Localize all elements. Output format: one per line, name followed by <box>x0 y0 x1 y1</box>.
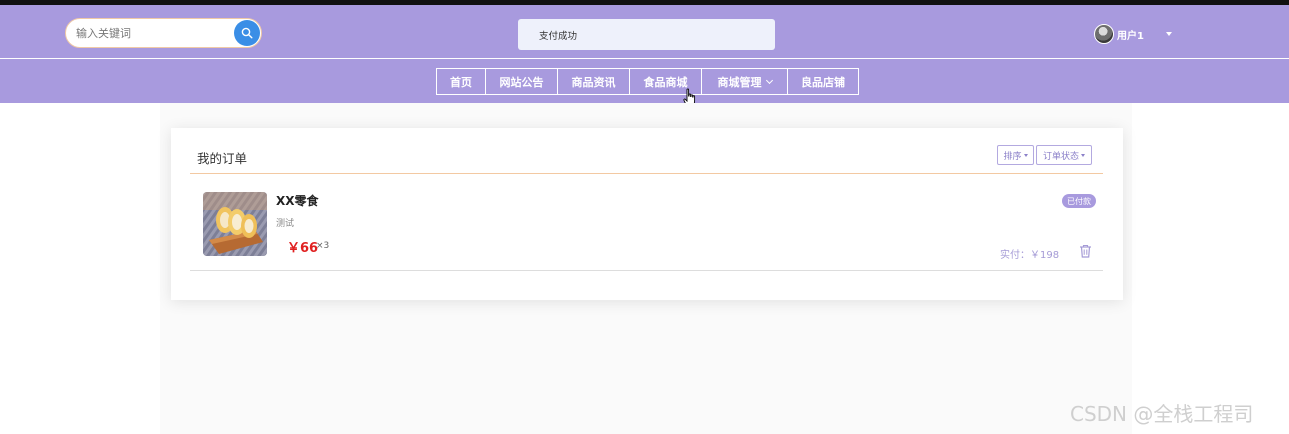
search-button[interactable] <box>234 20 260 46</box>
nav-label: 网站公告 <box>499 75 544 89</box>
nav-item-announcements[interactable]: 网站公告 <box>485 68 558 95</box>
product-price: ￥66 <box>287 241 319 256</box>
page-title: 我的订单 <box>197 151 248 166</box>
order-status-dropdown[interactable]: 订单状态 <box>1036 145 1092 165</box>
order-status-label: 订单状态 <box>1042 151 1079 162</box>
paid-amount: 实付：￥198 <box>1000 250 1060 261</box>
success-toast: 支付成功 <box>518 19 775 50</box>
orders-card: 我的订单 排序 订单状态 XX零食 测试 ￥66 ×3 已付款 实付：￥198 <box>171 128 1123 300</box>
user-menu[interactable]: 用户1 <box>1094 23 1172 45</box>
nav-item-home[interactable]: 首页 <box>436 68 486 95</box>
nav-bar: 首页 网站公告 商品资讯 食品商城 商城管理 良品店铺 <box>0 59 1289 103</box>
product-description: 测试 <box>276 219 295 229</box>
product-name[interactable]: XX零食 <box>276 192 319 209</box>
search-icon <box>241 27 253 39</box>
search-input[interactable] <box>76 25 226 41</box>
nav-item-mall-management[interactable]: 商城管理 <box>701 68 788 95</box>
nav-label: 食品商城 <box>643 75 688 89</box>
search-box <box>65 18 262 48</box>
caret-down-icon <box>1081 153 1085 157</box>
user-name: 用户1 <box>1117 30 1144 42</box>
sort-button[interactable]: 排序 <box>997 145 1034 165</box>
trash-icon[interactable] <box>1079 244 1092 258</box>
chevron-down-icon <box>765 76 773 84</box>
divider <box>190 173 1103 174</box>
nav-item-news[interactable]: 商品资讯 <box>557 68 630 95</box>
sort-label: 排序 <box>1003 151 1022 162</box>
nav-label: 商城管理 <box>717 75 762 89</box>
caret-down-icon <box>1165 32 1172 36</box>
watermark: CSDN @全栈工程司 <box>1070 402 1254 426</box>
divider <box>190 270 1103 271</box>
avatar <box>1094 24 1114 44</box>
nav-label: 首页 <box>450 75 472 89</box>
main-nav: 首页 网站公告 商品资讯 食品商城 商城管理 良品店铺 <box>436 68 859 95</box>
product-image[interactable] <box>203 192 267 256</box>
status-badge: 已付款 <box>1062 194 1096 208</box>
product-quantity: ×3 <box>316 241 330 251</box>
nav-label: 良品店铺 <box>801 75 845 89</box>
toast-message: 支付成功 <box>539 31 578 42</box>
caret-down-icon <box>1023 153 1028 157</box>
snack-roll-image <box>203 192 267 256</box>
nav-label: 商品资讯 <box>571 75 616 89</box>
nav-item-shop[interactable]: 良品店铺 <box>787 68 859 95</box>
top-header: 支付成功 用户1 <box>0 5 1289 58</box>
